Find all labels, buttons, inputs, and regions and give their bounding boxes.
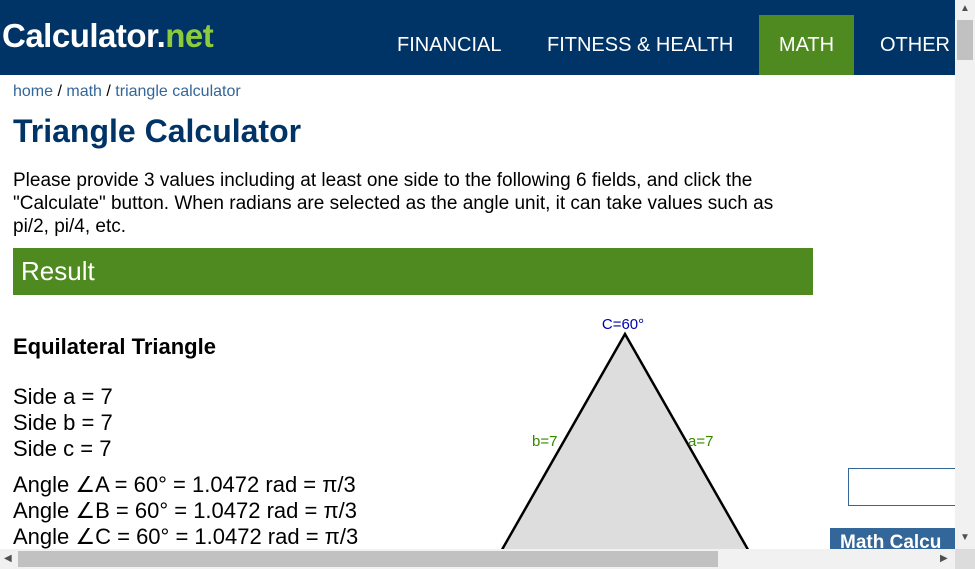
angle-b-result: Angle ∠B = 60° = 1.0472 rad = π/3 bbox=[13, 498, 357, 523]
scroll-up-icon[interactable]: ▲ bbox=[960, 4, 970, 14]
nav-math[interactable]: MATH bbox=[759, 15, 854, 75]
sidebar-search-input[interactable] bbox=[848, 468, 968, 506]
breadcrumb-math[interactable]: math bbox=[66, 83, 102, 100]
side-a-result: Side a = 7 bbox=[13, 384, 113, 409]
breadcrumb-sep: / bbox=[53, 83, 67, 100]
intro-text: Please provide 3 values including at lea… bbox=[13, 170, 774, 237]
breadcrumb-home[interactable]: home bbox=[13, 83, 53, 100]
label-angle-c: C=60° bbox=[602, 316, 644, 333]
side-c-result: Side c = 7 bbox=[13, 436, 112, 461]
scrollbar-corner bbox=[955, 549, 975, 569]
scroll-left-icon[interactable]: ◀ bbox=[4, 554, 12, 564]
breadcrumb-sep: / bbox=[101, 83, 116, 100]
scroll-right-icon[interactable]: ▶ bbox=[940, 554, 948, 564]
side-b-result: Side b = 7 bbox=[13, 410, 113, 435]
label-side-a: a=7 bbox=[688, 433, 713, 450]
horizontal-scrollbar[interactable]: ◀ ▶ bbox=[0, 549, 955, 569]
triangle-shape bbox=[500, 331, 750, 549]
horizontal-scroll-thumb[interactable] bbox=[18, 551, 718, 567]
triangle-diagram: C=60° b=7 a=7 bbox=[500, 316, 750, 549]
angle-c-result: Angle ∠C = 60° = 1.0472 rad = π/3 bbox=[13, 524, 359, 549]
triangle-type: Equilateral Triangle bbox=[13, 334, 216, 359]
nav-fitness-health[interactable]: FITNESS & HEALTH bbox=[547, 15, 733, 75]
vertical-scrollbar[interactable]: ▲ ▼ bbox=[955, 0, 975, 549]
angle-a-result: Angle ∠A = 60° = 1.0472 rad = π/3 bbox=[13, 472, 356, 497]
breadcrumb-current[interactable]: triangle calculator bbox=[115, 83, 240, 100]
vertical-scroll-thumb[interactable] bbox=[957, 20, 973, 60]
label-side-b: b=7 bbox=[532, 433, 557, 450]
site-header: Calculator.net FINANCIAL FITNESS & HEALT… bbox=[0, 0, 955, 75]
result-heading: Result bbox=[13, 248, 813, 295]
scroll-down-icon[interactable]: ▼ bbox=[960, 533, 970, 543]
site-logo[interactable]: Calculator.net bbox=[2, 16, 214, 56]
nav-financial[interactable]: FINANCIAL bbox=[397, 15, 501, 75]
page-title: Triangle Calculator bbox=[13, 113, 302, 149]
breadcrumb: home / math / triangle calculator bbox=[13, 83, 241, 101]
nav-other[interactable]: OTHER bbox=[880, 15, 950, 75]
